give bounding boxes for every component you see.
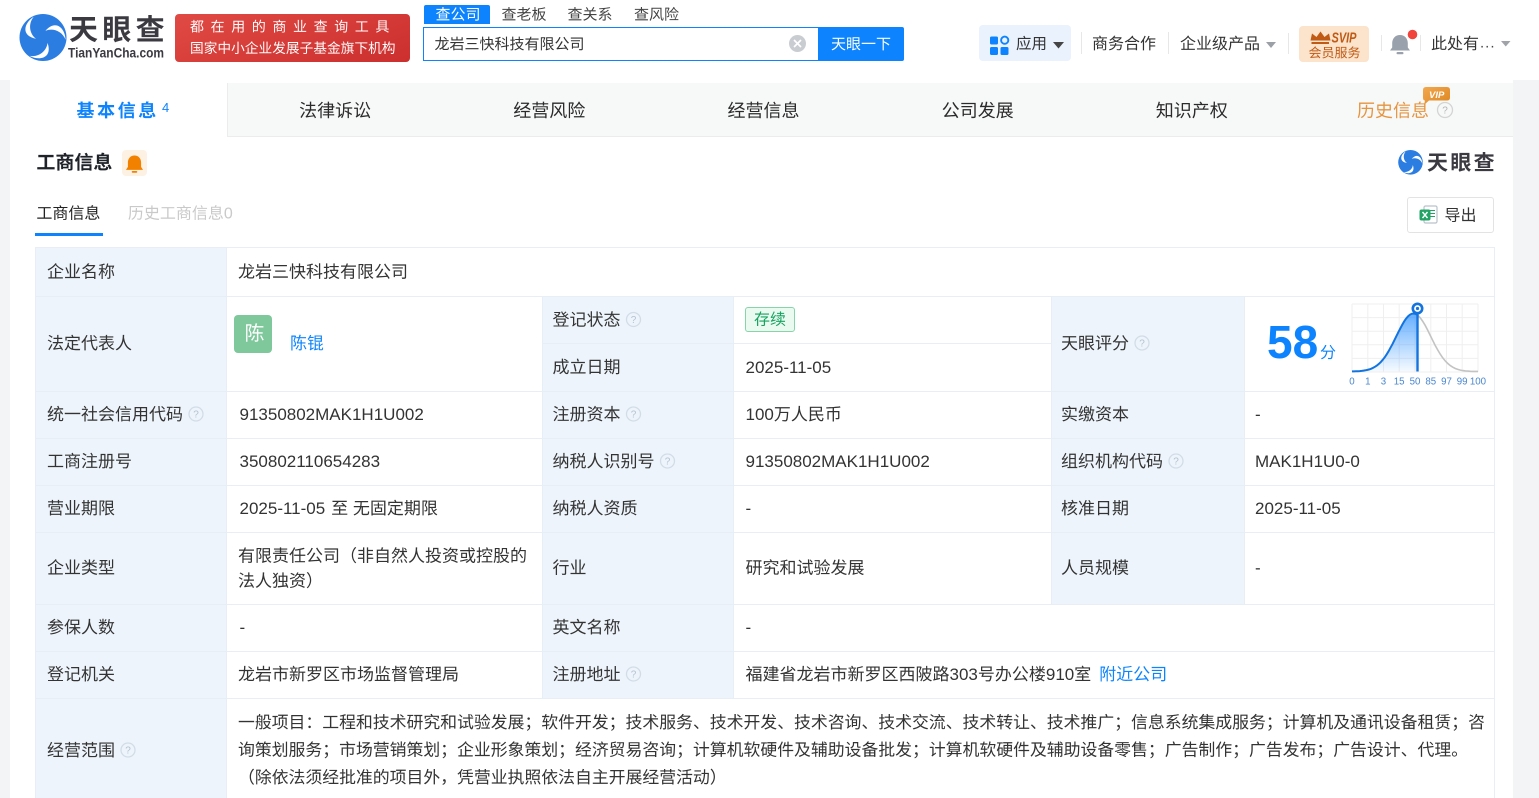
svg-text:-: - — [746, 618, 752, 637]
svg-text:2025-11-05: 2025-11-05 — [1255, 499, 1341, 518]
svg-text:VIP: VIP — [1429, 90, 1445, 101]
svg-text:?: ? — [665, 457, 671, 468]
svg-text:100: 100 — [746, 405, 774, 424]
svg-text:?: ? — [1173, 457, 1179, 468]
svg-text:99: 99 — [1457, 377, 1468, 388]
svg-text:0: 0 — [224, 206, 233, 223]
svg-text:15: 15 — [1394, 377, 1405, 388]
svg-text:91350802MAK1H1U002: 91350802MAK1H1U002 — [240, 405, 424, 424]
svg-text:3: 3 — [1381, 377, 1386, 388]
svg-text:...: ... — [1480, 35, 1496, 52]
svg-text:?: ? — [1139, 339, 1145, 350]
svg-text:-: - — [1255, 405, 1261, 424]
svg-text:1: 1 — [1365, 377, 1370, 388]
svg-text:4: 4 — [162, 100, 169, 115]
svg-text:85: 85 — [1425, 377, 1436, 388]
svg-text:97: 97 — [1441, 377, 1452, 388]
svg-text:-: - — [746, 499, 752, 518]
svg-text:910: 910 — [1046, 665, 1074, 684]
svg-text:350802110654283: 350802110654283 — [240, 452, 381, 471]
svg-text:58: 58 — [1267, 316, 1318, 368]
svg-text:50: 50 — [1410, 377, 1421, 388]
svg-text:TianYanCha.com: TianYanCha.com — [68, 46, 164, 61]
svg-text:?: ? — [193, 410, 199, 421]
svg-text:91350802MAK1H1U002: 91350802MAK1H1U002 — [746, 452, 930, 471]
svg-text:303: 303 — [950, 665, 978, 684]
svg-text:100: 100 — [1470, 377, 1487, 388]
svg-text:?: ? — [125, 746, 131, 757]
svg-text:?: ? — [1442, 106, 1448, 117]
svg-text:-: - — [1255, 559, 1261, 578]
svg-text:2025-11-05: 2025-11-05 — [746, 358, 832, 377]
svg-text:?: ? — [631, 670, 637, 681]
svg-text:-: - — [240, 618, 246, 637]
svg-text:0: 0 — [1349, 377, 1355, 388]
svg-text:SVIP: SVIP — [1332, 31, 1357, 47]
svg-text:?: ? — [631, 410, 637, 421]
svg-text:?: ? — [631, 315, 637, 326]
svg-text:MAK1H1U0-0: MAK1H1U0-0 — [1255, 452, 1360, 471]
svg-text:2025-11-05: 2025-11-05 — [240, 499, 326, 518]
